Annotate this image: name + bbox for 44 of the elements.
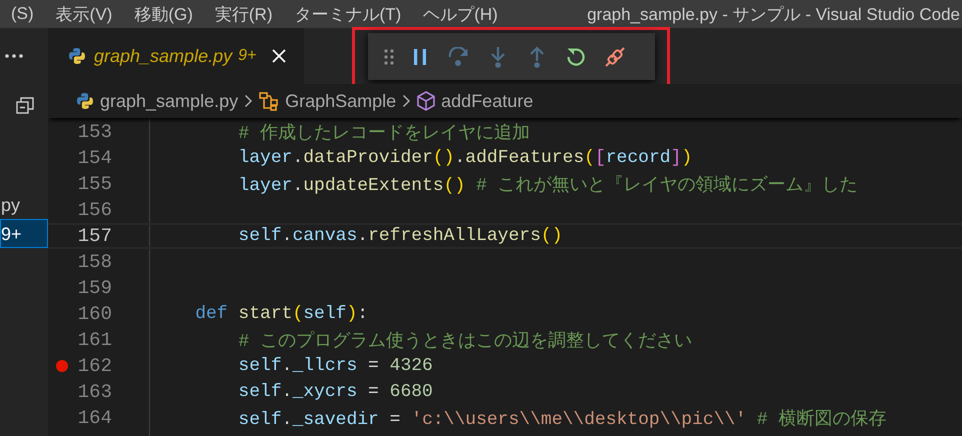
menu-item[interactable]: 実行(R) [204,2,284,26]
collapse-all-icon[interactable] [16,97,34,115]
line-number: 164 [76,407,112,429]
chevron-icon [402,94,412,108]
code-line: self._savedir = 'c:\\users\\me\\desktop\\pic\\' # 横断図の保存 [237,408,887,430]
line-number: 163 [76,381,112,403]
menu-item[interactable]: (S) [0,4,45,24]
drag-handle-icon[interactable] [384,48,394,64]
file-list-item[interactable]: py [0,190,48,219]
code-line: self._llcrs = 4326 [237,356,433,376]
code-line: self.canvas.refreshAllLayers() [237,226,562,246]
menu-item[interactable]: ターミナル(T) [284,2,412,26]
breadcrumb-item[interactable]: addFeature [417,90,534,112]
code-line: # このプログラム使うときはこの辺を調整してください [237,330,692,352]
breadcrumb-item[interactable]: graph_sample.py [76,90,238,112]
code-line: layer.dataProvider().addFeatures([record]) [237,148,692,168]
menu-item[interactable]: 表示(V) [44,2,124,26]
code-line: def start(self): [194,304,368,324]
menu-item[interactable]: ヘルプ(H) [412,2,509,26]
line-number: 155 [76,173,112,195]
menu-item[interactable]: 移動(G) [123,2,204,26]
chevron-icon [244,94,254,108]
file-list-item[interactable]: 9+ [0,219,48,248]
more-icon[interactable] [4,53,24,59]
editor-tab[interactable]: graph_sample.py 9+ [48,28,304,84]
breakpoint-dot[interactable] [56,360,68,372]
file-icon [68,47,86,65]
code-line: self._xycrs = 6680 [237,382,433,402]
line-number: 162 [76,355,112,377]
line-number: 156 [76,199,112,221]
line-number: 159 [76,277,112,299]
cube-icon [417,91,436,111]
line-number: 153 [76,121,112,143]
file-icon [76,92,94,110]
line-number: 157 [76,225,112,247]
line-number: 158 [76,251,112,273]
class-icon [259,91,280,111]
window-title: graph_sample.py - サンプル - Visual Studio Code [587,4,961,26]
line-number: 154 [76,147,112,169]
line-number: 161 [76,329,112,351]
code-line: layer.updateExtents() # これが無いと『レイヤの領域にズーム』した [237,174,858,196]
line-number: 160 [76,303,112,325]
breadcrumb-item[interactable]: GraphSample [259,90,396,112]
code-line: # 作成したレコードをレイヤに追加 [237,122,530,144]
